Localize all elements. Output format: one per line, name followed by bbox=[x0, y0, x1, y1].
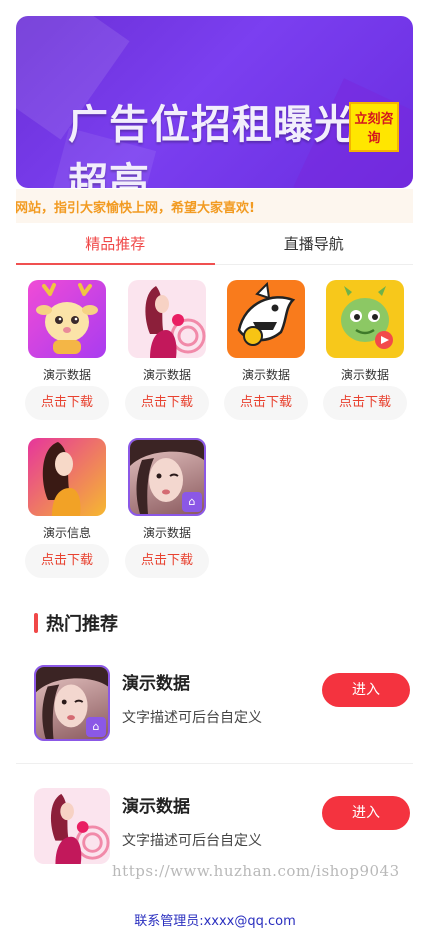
app-card: 演示数据 点击下载 bbox=[323, 280, 407, 420]
section-accent-bar bbox=[34, 613, 38, 633]
download-button[interactable]: 点击下载 bbox=[224, 386, 308, 420]
list-item-title: 演示数据 bbox=[122, 797, 190, 817]
app-name: 演示数据 bbox=[241, 368, 290, 382]
live-badge-icon: ⌂ bbox=[182, 492, 202, 512]
live-badge-icon: ⌂ bbox=[86, 717, 106, 737]
deer-mascot-icon[interactable] bbox=[28, 280, 106, 358]
divider bbox=[16, 763, 413, 764]
enter-button[interactable]: 进入 bbox=[322, 796, 410, 830]
watermark: https://www.huzhan.com/ishop9043 bbox=[112, 862, 400, 880]
list-item-title: 演示数据 bbox=[122, 674, 190, 694]
download-button[interactable]: 点击下载 bbox=[125, 386, 209, 420]
girl-pink-icon[interactable] bbox=[34, 788, 110, 864]
tab-bar: 精品推荐 直播导航 bbox=[16, 226, 413, 265]
footer-contact[interactable]: 联系管理员:xxxx@qq.com bbox=[0, 910, 430, 929]
banner-consult-badge[interactable]: 立刻咨询 bbox=[349, 102, 399, 152]
notice-bar: 航网站，指引大家愉快上网，希望大家喜欢! bbox=[16, 189, 413, 223]
app-card: ⌂ 演示数据 点击下载 bbox=[125, 438, 209, 578]
download-button[interactable]: 点击下载 bbox=[25, 544, 109, 578]
ad-banner[interactable]: 广告位招租曝光率超高 立刻咨询 bbox=[16, 16, 413, 188]
shark-icon[interactable] bbox=[227, 280, 305, 358]
girl-orange-icon[interactable] bbox=[28, 438, 106, 516]
list-item-desc: 文字描述可后台自定义 bbox=[122, 710, 262, 726]
list-item-desc: 文字描述可后台自定义 bbox=[122, 833, 262, 849]
app-card: 演示数据 点击下载 bbox=[25, 280, 109, 420]
app-card: 演示信息 点击下载 bbox=[25, 438, 109, 578]
hot-section-header: 热门推荐 bbox=[34, 611, 118, 635]
photo-girl-icon[interactable]: ⌂ bbox=[128, 438, 206, 516]
download-button[interactable]: 点击下载 bbox=[25, 386, 109, 420]
app-card: 演示数据 点击下载 bbox=[224, 280, 308, 420]
app-card: 演示数据 点击下载 bbox=[125, 280, 209, 420]
download-button[interactable]: 点击下载 bbox=[125, 544, 209, 578]
app-name: 演示数据 bbox=[142, 526, 191, 540]
list-item: ⌂ 演示数据 文字描述可后台自定义 进入 bbox=[16, 665, 413, 765]
app-name: 演示数据 bbox=[42, 368, 91, 382]
app-name: 演示信息 bbox=[42, 526, 91, 540]
section-title: 热门推荐 bbox=[46, 614, 118, 635]
app-name: 演示数据 bbox=[142, 368, 191, 382]
girl-pink-icon[interactable] bbox=[128, 280, 206, 358]
photo-girl-icon[interactable]: ⌂ bbox=[34, 665, 110, 741]
notice-text: 航网站，指引大家愉快上网，希望大家喜欢! bbox=[16, 201, 255, 216]
app-name: 演示数据 bbox=[340, 368, 389, 382]
download-button[interactable]: 点击下载 bbox=[323, 386, 407, 420]
enter-button[interactable]: 进入 bbox=[322, 673, 410, 707]
tab-live-nav[interactable]: 直播导航 bbox=[215, 226, 414, 264]
dragon-icon[interactable] bbox=[326, 280, 404, 358]
tab-featured[interactable]: 精品推荐 bbox=[16, 226, 215, 265]
